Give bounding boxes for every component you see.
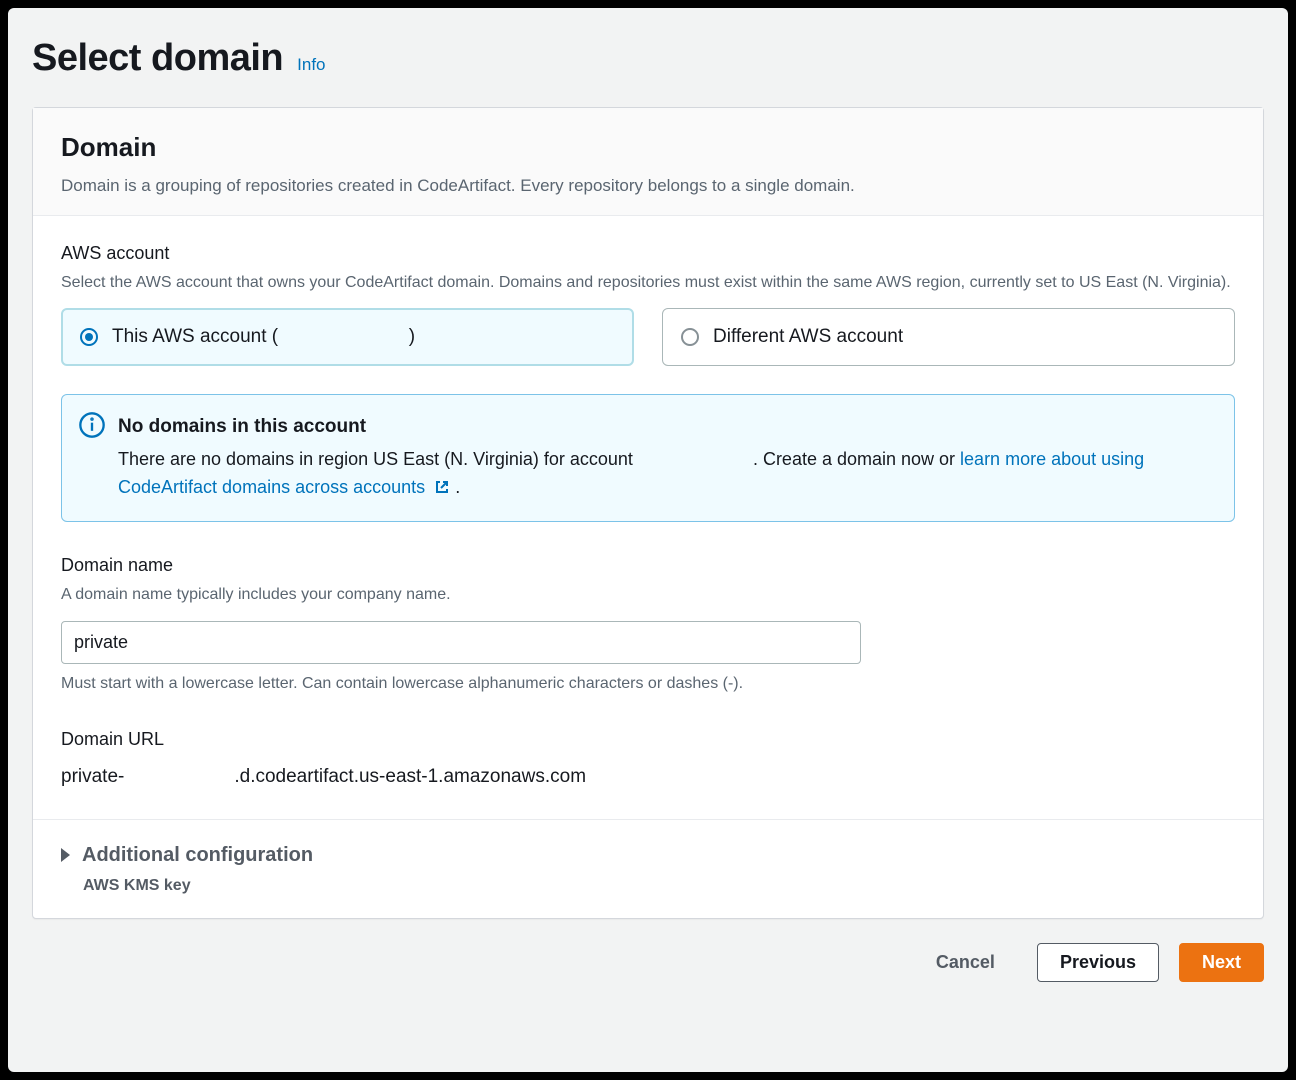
domain-name-label: Domain name bbox=[61, 552, 1235, 579]
aws-account-label: AWS account bbox=[61, 240, 1235, 267]
radio-different-account-label: Different AWS account bbox=[713, 323, 903, 352]
radio-this-account-label: This AWS account ( ) bbox=[112, 323, 415, 352]
page-container: Select domain Info Domain Domain is a gr… bbox=[8, 8, 1288, 1072]
info-icon bbox=[78, 411, 106, 439]
alert-body: There are no domains in region US East (… bbox=[118, 446, 1214, 504]
radio-selected-icon bbox=[80, 328, 98, 346]
domain-url-suffix: .d.codeartifact.us-east-1.amazonaws.com bbox=[234, 766, 586, 787]
additional-config-title: Additional configuration bbox=[82, 840, 313, 870]
cancel-button[interactable]: Cancel bbox=[914, 944, 1017, 981]
previous-button[interactable]: Previous bbox=[1037, 943, 1159, 982]
page-header: Select domain Info bbox=[32, 30, 1264, 87]
info-link[interactable]: Info bbox=[297, 52, 325, 78]
radio-this-account-suffix: ) bbox=[409, 326, 415, 347]
domain-url-section: Domain URL private- .d.codeartifact.us-ea… bbox=[61, 726, 1235, 792]
alert-body-3: . bbox=[455, 477, 460, 497]
next-button[interactable]: Next bbox=[1179, 943, 1264, 982]
radio-different-account[interactable]: Different AWS account bbox=[662, 308, 1235, 367]
aws-account-help: Select the AWS account that owns your Co… bbox=[61, 271, 1235, 294]
domain-panel-subtitle: Domain is a grouping of repositories cre… bbox=[61, 173, 1235, 199]
alert-body-2: . Create a domain now or bbox=[753, 449, 960, 469]
footer-actions: Cancel Previous Next bbox=[32, 943, 1264, 982]
domain-name-help: A domain name typically includes your co… bbox=[61, 583, 1235, 606]
domain-name-input[interactable] bbox=[61, 621, 861, 664]
domain-panel-header: Domain Domain is a grouping of repositor… bbox=[33, 108, 1263, 216]
alert-title: No domains in this account bbox=[118, 413, 1214, 442]
radio-this-account[interactable]: This AWS account ( ) bbox=[61, 308, 634, 367]
domain-url-value: private- .d.codeartifact.us-east-1.amazon… bbox=[61, 763, 1235, 792]
additional-config-row: Additional configuration bbox=[61, 840, 1235, 870]
domain-name-section: Domain name A domain name typically incl… bbox=[61, 552, 1235, 695]
additional-config-subtitle: AWS KMS key bbox=[83, 874, 1235, 898]
domain-panel: Domain Domain is a grouping of repositor… bbox=[32, 107, 1264, 919]
additional-config-expander[interactable]: Additional configuration AWS KMS key bbox=[33, 820, 1263, 918]
domain-name-constraint: Must start with a lowercase letter. Can … bbox=[61, 672, 1235, 696]
alert-body-1: There are no domains in region US East (… bbox=[118, 449, 638, 469]
domain-panel-title: Domain bbox=[61, 128, 1235, 167]
domain-panel-body: AWS account Select the AWS account that … bbox=[33, 216, 1263, 821]
page-title: Select domain bbox=[32, 30, 283, 87]
caret-right-icon bbox=[61, 848, 70, 862]
external-link-icon bbox=[434, 476, 450, 504]
no-domains-alert: No domains in this account There are no … bbox=[61, 394, 1235, 522]
radio-this-account-prefix: This AWS account ( bbox=[112, 326, 278, 347]
domain-url-label: Domain URL bbox=[61, 726, 1235, 753]
radio-unselected-icon bbox=[681, 328, 699, 346]
domain-url-prefix: private- bbox=[61, 766, 124, 787]
aws-account-options: This AWS account ( ) Different AWS accou… bbox=[61, 308, 1235, 367]
aws-account-section: AWS account Select the AWS account that … bbox=[61, 240, 1235, 367]
